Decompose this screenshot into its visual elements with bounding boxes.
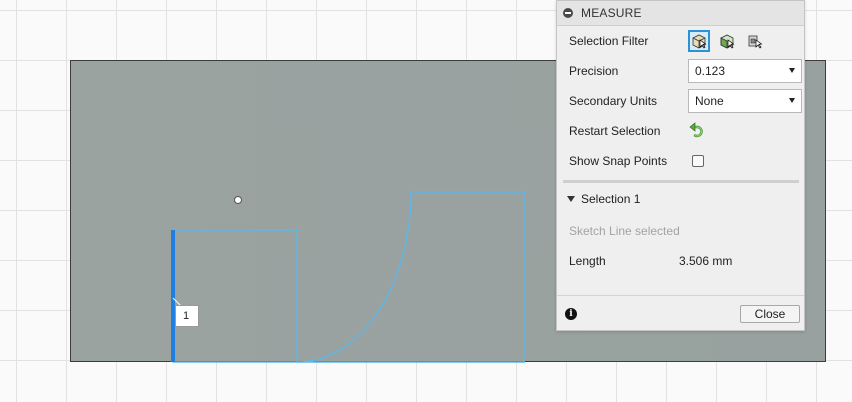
close-button[interactable]: Close: [740, 305, 800, 323]
chevron-down-icon: [789, 68, 795, 73]
precision-row: Precision 0.123: [569, 58, 802, 84]
secondary-units-label: Secondary Units: [569, 94, 658, 108]
measure-panel: MEASURE Selection Filter Precision 0.123…: [556, 0, 805, 331]
selection-filter-row: Selection Filter: [569, 28, 797, 54]
info-icon[interactable]: i: [565, 308, 577, 320]
precision-label: Precision: [569, 64, 619, 78]
selection-filter-label: Selection Filter: [569, 34, 649, 48]
length-label: Length: [569, 254, 606, 268]
restart-selection-label: Restart Selection: [569, 124, 661, 138]
select-face-icon[interactable]: [716, 30, 738, 52]
select-component-icon[interactable]: [744, 30, 766, 52]
snap-points-row: Show Snap Points: [569, 148, 797, 174]
length-row: Length 3.506 mm: [569, 248, 797, 274]
snap-points-label: Show Snap Points: [569, 154, 668, 168]
sketch-point: [234, 196, 242, 204]
restart-icon[interactable]: [688, 121, 706, 142]
precision-dropdown[interactable]: 0.123: [688, 59, 802, 83]
selection-status-row: Sketch Line selected: [569, 218, 797, 244]
sketch-arc-profile: [296, 191, 525, 363]
secondary-units-value: None: [695, 94, 724, 108]
chevron-down-icon: [789, 98, 795, 103]
length-value: 3.506 mm: [679, 254, 733, 268]
sketch-rectangle: [172, 229, 298, 363]
expand-triangle-icon: [567, 196, 575, 202]
section-divider: [563, 180, 799, 183]
panel-title: MEASURE: [581, 6, 642, 20]
selection-1-header[interactable]: Selection 1: [567, 192, 640, 206]
snap-points-checkbox[interactable]: [692, 155, 704, 167]
select-body-icon[interactable]: [688, 30, 710, 52]
secondary-units-row: Secondary Units None: [569, 88, 802, 114]
selection-title: Selection 1: [581, 192, 641, 206]
panel-header: MEASURE: [557, 1, 804, 26]
collapse-icon[interactable]: [563, 8, 573, 18]
precision-value: 0.123: [695, 64, 726, 78]
selection-status: Sketch Line selected: [569, 224, 680, 238]
restart-selection-row: Restart Selection: [569, 118, 797, 144]
secondary-units-dropdown[interactable]: None: [688, 89, 802, 113]
footer-divider: [557, 295, 804, 296]
selection-number-label: 1: [175, 305, 199, 327]
selection-filter-icons: [688, 30, 766, 52]
